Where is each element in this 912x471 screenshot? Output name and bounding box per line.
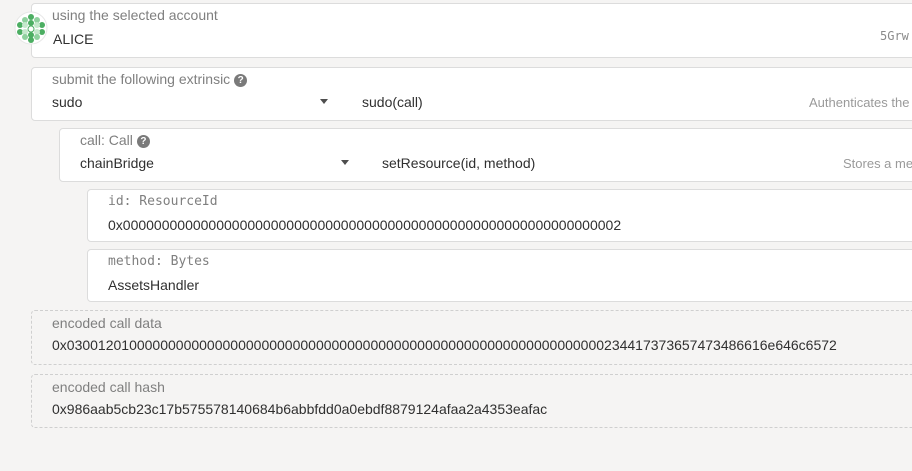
chevron-down-icon <box>320 99 328 104</box>
account-name: ALICE <box>53 31 94 47</box>
extrinsic-method-description: Authenticates the <box>809 95 910 110</box>
encoded-call-data-value[interactable]: 0x03001201000000000000000000000000000000… <box>52 337 837 353</box>
param-id-value: 0x00000000000000000000000000000000000000… <box>108 217 622 233</box>
call-section-dropdown[interactable]: chainBridge <box>60 149 360 181</box>
call-label: call: Call? <box>80 132 150 148</box>
call-method-dropdown[interactable]: setResource(id, method) Stores a me <box>372 149 912 181</box>
question-circle-icon[interactable]: ? <box>234 74 248 87</box>
call-section-value: chainBridge <box>80 155 154 171</box>
account-selector[interactable]: using the selected account ALICE 5Grw <box>31 3 912 58</box>
param-method-label: method: Bytes <box>108 254 210 269</box>
extrinsic-section-dropdown[interactable]: sudo <box>32 88 342 120</box>
encoded-call-hash: encoded call hash 0x986aab5cb23c17b57557… <box>31 374 912 428</box>
question-circle-icon[interactable]: ? <box>136 135 150 148</box>
account-identicon-icon <box>14 11 48 45</box>
extrinsic-label-text: submit the following extrinsic <box>52 71 231 87</box>
call-method-description: Stores a me <box>843 156 912 171</box>
account-address: 5Grw <box>880 29 909 43</box>
call-method-value: setResource(id, method) <box>382 155 536 171</box>
call-label-text: call: Call <box>80 132 133 148</box>
param-id-input[interactable]: id: ResourceId 0x00000000000000000000000… <box>87 189 912 242</box>
param-method-value: AssetsHandler <box>108 277 200 293</box>
encoded-call-hash-value[interactable]: 0x986aab5cb23c17b575578140684b6abbfdd0a0… <box>52 401 547 417</box>
call-selector: call: Call? chainBridge setResource(id, … <box>59 128 912 182</box>
param-method-input[interactable]: method: Bytes AssetsHandler <box>87 249 912 302</box>
chevron-down-icon <box>341 160 349 165</box>
extrinsic-selector: submit the following extrinsic? sudo sud… <box>31 67 912 121</box>
account-label: using the selected account <box>52 7 218 23</box>
param-id-label: id: ResourceId <box>108 194 218 209</box>
encoded-call-hash-label: encoded call hash <box>52 379 165 395</box>
extrinsic-method-value: sudo(call) <box>362 94 423 110</box>
extrinsic-label: submit the following extrinsic? <box>52 71 248 87</box>
extrinsic-section-value: sudo <box>52 94 83 110</box>
extrinsic-method-dropdown[interactable]: sudo(call) Authenticates the <box>352 88 912 120</box>
encoded-call-data: encoded call data 0x03001201000000000000… <box>31 310 912 365</box>
encoded-call-data-label: encoded call data <box>52 315 162 331</box>
